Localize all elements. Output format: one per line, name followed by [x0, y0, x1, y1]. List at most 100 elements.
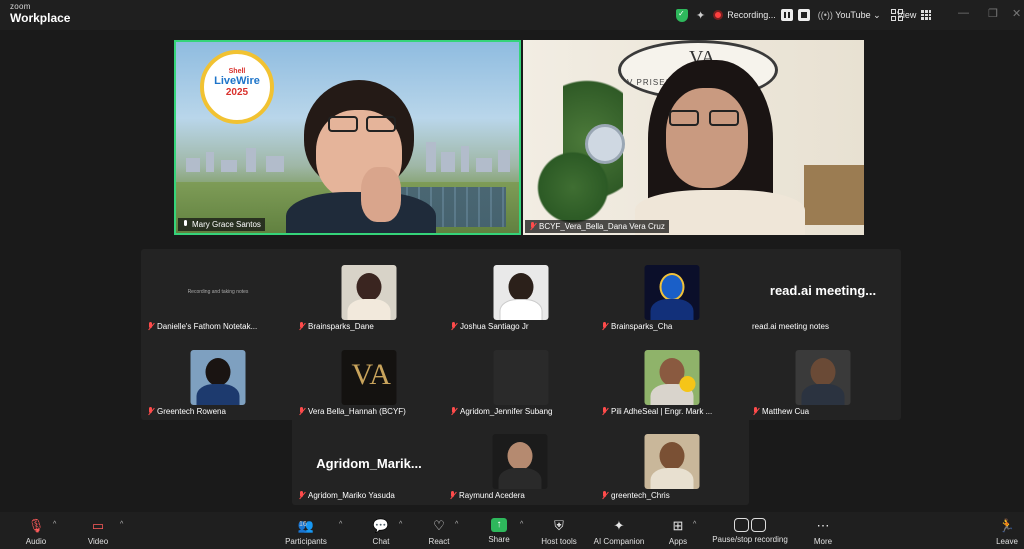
video-button[interactable]: ▭ Video: [84, 518, 112, 546]
apps-button[interactable]: ⊞ Apps: [666, 518, 690, 546]
participant-name-tag: Mary Grace Santos: [178, 218, 265, 231]
close-icon[interactable]: ✕: [1012, 7, 1021, 20]
view-grid-icon: [921, 10, 932, 20]
participant-thumbnail: [493, 265, 549, 320]
participants-icon: 👥 16: [297, 518, 315, 533]
react-options-chevron-icon[interactable]: ^: [455, 521, 458, 528]
muted-mic-icon: [147, 322, 154, 331]
participant-name: Danielle's Fathom Notetak...: [157, 322, 258, 331]
video-tile-speaker-2[interactable]: VA V PRISES BCYF_Vera_Bella_Dana Vera Cr…: [523, 40, 864, 235]
participant-tile[interactable]: Agridom_Marik... Agridom_Mariko Yasuda: [294, 420, 444, 503]
muted-mic-icon: [298, 322, 305, 331]
participant-display-name: Agridom_Marik...: [316, 456, 422, 471]
participant-tile[interactable]: Agridom_Jennifer Subang: [446, 336, 596, 419]
participant-tile[interactable]: Brainsparks_Cha: [597, 251, 747, 334]
leave-button[interactable]: 🏃 Leave: [994, 518, 1020, 546]
muted-mic-icon: [601, 491, 608, 500]
view-button[interactable]: View: [897, 6, 932, 24]
participant-name-tag: BCYF_Vera_Bella_Dana Vera Cruz: [525, 220, 669, 233]
audio-options-chevron-icon[interactable]: ^: [53, 521, 56, 528]
participant-name: read.ai meeting notes: [752, 322, 829, 331]
recording-dot-icon: [713, 10, 724, 20]
ai-companion-label: AI Companion: [593, 537, 645, 546]
participant-gallery: Recording and taking notes Danielle's Fa…: [141, 249, 901, 420]
broadcast-icon: ((•)): [817, 9, 833, 20]
maximize-icon[interactable]: ❐: [988, 7, 998, 20]
participant-count: 16: [299, 521, 307, 528]
view-label: View: [897, 10, 917, 20]
participant-tile[interactable]: Matthew Cua: [748, 336, 898, 419]
more-options-icon: ⋯: [816, 518, 830, 533]
video-tile-speaker-1[interactable]: Shell LiveWire 2025 Mary Grace Santos: [174, 40, 521, 235]
ai-sparkle-icon[interactable]: ✦: [696, 9, 705, 22]
stop-recording-button[interactable]: [797, 9, 810, 21]
video-options-chevron-icon[interactable]: ^: [120, 521, 123, 528]
participant-name: Matthew Cua: [762, 407, 810, 416]
participant-name: Pili AdheSeal | Engr. Mark ...: [611, 407, 713, 416]
muted-mic-icon: [298, 407, 305, 416]
participant-display-name: read.ai meeting...: [769, 283, 877, 298]
participants-options-chevron-icon[interactable]: ^: [339, 521, 342, 528]
participant-name: Greentech Rowena: [157, 407, 226, 416]
brand-workplace: Workplace: [10, 11, 71, 25]
pause-stop-recording-button[interactable]: Pause/stop recording: [708, 518, 792, 544]
more-label: More: [813, 537, 833, 546]
pause-stop-label: Pause/stop recording: [712, 535, 788, 544]
participant-tile[interactable]: Greentech Rowena: [143, 336, 293, 419]
muted-mic-icon: [298, 491, 305, 500]
chat-icon: 💬: [372, 518, 390, 533]
brand-zoom: zoom: [10, 2, 31, 11]
tile-caption: Recording and taking notes: [187, 289, 249, 295]
share-options-chevron-icon[interactable]: ^: [520, 521, 523, 528]
participant-tile[interactable]: Recording and taking notes Danielle's Fa…: [143, 251, 293, 334]
participants-button[interactable]: 👥 16 Participants: [282, 518, 330, 546]
participant-tile[interactable]: Joshua Santiago Jr: [446, 251, 596, 334]
logo-line-2: LiveWire: [214, 75, 260, 87]
chat-button[interactable]: 💬 Chat: [370, 518, 392, 546]
muted-mic-icon: [601, 322, 608, 331]
logo-line-3: 2025: [225, 87, 249, 98]
minimize-icon[interactable]: —: [958, 7, 969, 19]
pause-recording-button[interactable]: [780, 9, 793, 21]
participant-thumbnail: [644, 265, 700, 320]
participant-tile[interactable]: read.ai meeting... read.ai meeting notes: [748, 251, 898, 334]
participant-tile[interactable]: Pili AdheSeal | Engr. Mark ...: [597, 336, 747, 419]
participant-tile[interactable]: greentech_Chris: [597, 420, 747, 503]
ai-companion-button[interactable]: ✦ AI Companion: [591, 518, 647, 546]
participant-gallery-row-3: Agridom_Marik... Agridom_Mariko Yasuda R…: [292, 420, 749, 505]
apps-icon: ⊞: [672, 518, 684, 533]
more-button[interactable]: ⋯ More: [810, 518, 836, 546]
participant-thumbnail: [341, 265, 397, 320]
app-brand: zoom Workplace: [10, 2, 71, 25]
participant-thumbnail: [190, 350, 246, 405]
host-tools-button[interactable]: ⛨ Host tools: [539, 518, 579, 546]
apps-options-chevron-icon[interactable]: ^: [693, 521, 696, 528]
share-button[interactable]: ↑ Share: [486, 518, 512, 544]
encryption-shield-icon[interactable]: [676, 8, 688, 22]
chat-label: Chat: [372, 537, 390, 546]
video-label: Video: [87, 537, 109, 546]
participant-name: greentech_Chris: [611, 491, 670, 500]
react-button[interactable]: ♡ React: [427, 518, 451, 546]
participant-thumbnail: [493, 350, 549, 405]
muted-mic-icon: [752, 407, 759, 416]
participant-tile[interactable]: VA Vera Bella_Hannah (BCYF): [294, 336, 444, 419]
participant-tile[interactable]: Brainsparks_Dane: [294, 251, 444, 334]
participant-tile[interactable]: Raymund Acedera: [445, 420, 595, 503]
audio-button[interactable]: 🎙 Audio: [22, 518, 50, 546]
heart-icon: ♡: [433, 518, 445, 533]
apps-label: Apps: [668, 537, 688, 546]
muted-mic-icon: [449, 491, 456, 500]
participant-thumbnail: VA: [341, 350, 397, 405]
title-bar: zoom Workplace ✦ Recording... ((•)) YouT…: [0, 0, 1024, 30]
chat-options-chevron-icon[interactable]: ^: [399, 521, 402, 528]
participant-thumbnail: [492, 434, 548, 489]
participant-name: Brainsparks_Dane: [308, 322, 374, 331]
livestream-indicator[interactable]: ((•)) YouTube ⌄: [818, 10, 881, 21]
chevron-down-icon: ⌄: [873, 9, 881, 20]
livestream-label: YouTube: [835, 9, 871, 20]
share-label: Share: [488, 535, 510, 544]
recording-label: Recording...: [727, 10, 776, 20]
participant-name: Mary Grace Santos: [192, 220, 261, 229]
shield-icon: ⛨: [554, 518, 564, 533]
